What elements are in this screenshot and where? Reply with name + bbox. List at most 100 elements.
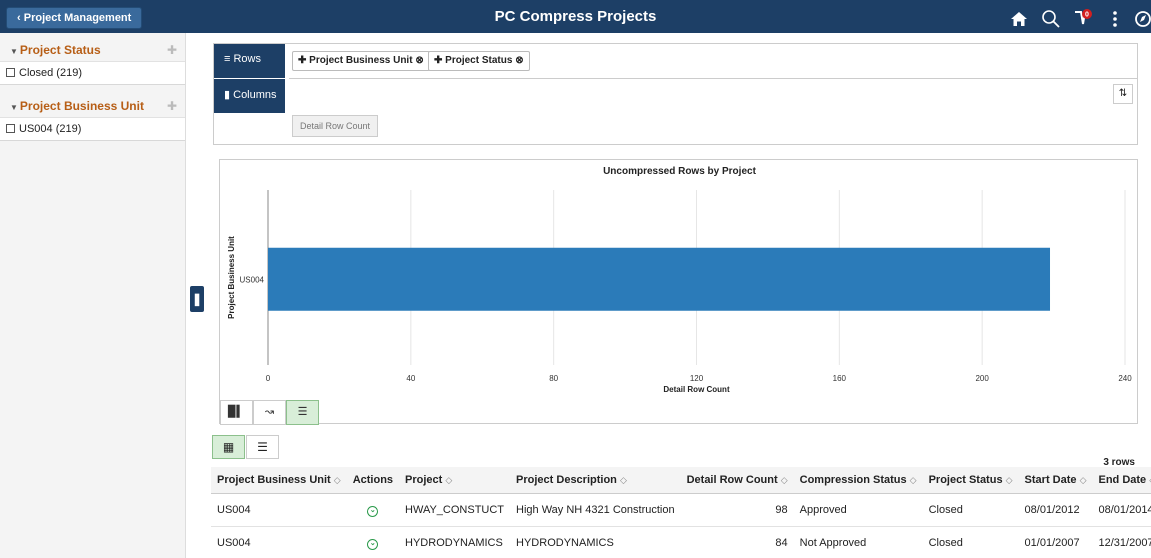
notifications-icon[interactable]: 0 bbox=[1072, 8, 1094, 30]
actions-menu-icon[interactable]: ⌄ bbox=[367, 505, 379, 517]
facet-header[interactable]: ▼ Project Status ✚ bbox=[0, 38, 185, 62]
sort-icon[interactable]: ◇ bbox=[620, 475, 627, 485]
cell-description: HYDRODYNAMICS bbox=[510, 526, 681, 558]
cell-description: High Way NH 4321 Construction bbox=[510, 493, 681, 527]
sort-icon[interactable]: ◇ bbox=[910, 475, 917, 485]
move-icon[interactable]: ✚ bbox=[434, 55, 442, 66]
x-tick-label: 80 bbox=[549, 374, 558, 383]
line-chart-icon[interactable]: ↝ bbox=[253, 400, 286, 425]
more-icon[interactable] bbox=[1104, 8, 1126, 30]
detail-row-count-button[interactable]: Detail Row Count bbox=[292, 115, 379, 137]
grid-view-icon[interactable]: ▦ bbox=[212, 435, 245, 459]
page-title: PC Compress Projects bbox=[494, 8, 657, 25]
facet-option[interactable]: US004 (219) bbox=[0, 118, 185, 140]
cell-business-unit: US004 bbox=[211, 526, 347, 558]
table-row[interactable]: US004 ⌄ HYDRODYNAMICS HYDRODYNAMICS 84 N… bbox=[211, 526, 1151, 558]
col-header[interactable]: Detail Row Count ◇ bbox=[680, 467, 794, 494]
facet-header[interactable]: ▼ Project Business Unit ✚ bbox=[0, 94, 185, 118]
col-header[interactable]: Compression Status ◇ bbox=[793, 467, 923, 494]
navbar-icon[interactable] bbox=[1132, 8, 1151, 30]
bar-chart-icon[interactable]: ▉▍ bbox=[220, 400, 253, 425]
page-header: ‹ Project Management PC Compress Project… bbox=[0, 0, 1151, 33]
cell-detail-row-count: 84 bbox=[680, 526, 794, 558]
cell-project: HWAY_CONSTUCT bbox=[399, 493, 511, 527]
facet-project-status: ▼ Project Status ✚ Closed (219) bbox=[0, 38, 185, 85]
sort-icon[interactable]: ◇ bbox=[1006, 475, 1013, 485]
col-header[interactable]: Start Date ◇ bbox=[1018, 467, 1093, 494]
horizontal-bar-chart-icon[interactable]: ☰ bbox=[286, 400, 319, 425]
facet-title: Project Business Unit bbox=[19, 99, 144, 113]
table-row[interactable]: US004 ⌄ HWAY_CONSTUCT High Way NH 4321 C… bbox=[211, 493, 1151, 527]
row-field-label: Project Business Unit bbox=[309, 55, 413, 66]
x-tick-label: 40 bbox=[406, 374, 415, 383]
cell-project-status: Closed bbox=[922, 493, 1019, 527]
facet-option-label: US004 (219) bbox=[19, 123, 82, 135]
row-field-chip[interactable]: ✚ Project Business Unit ⊗ bbox=[292, 51, 430, 71]
list-view-icon[interactable]: ☰ bbox=[246, 435, 279, 459]
facet-option[interactable]: Closed (219) bbox=[0, 62, 185, 84]
home-icon[interactable] bbox=[1008, 8, 1030, 30]
drag-handle-icon[interactable]: ✚ bbox=[167, 38, 177, 62]
caret-down-icon: ▼ bbox=[10, 47, 18, 56]
x-tick-label: 160 bbox=[833, 374, 847, 383]
sort-icon[interactable]: ◇ bbox=[445, 475, 452, 485]
cell-compression-status: Approved bbox=[793, 493, 923, 527]
notification-count: 0 bbox=[1085, 12, 1089, 19]
actions-cell: ⌄ bbox=[346, 526, 400, 558]
search-icon[interactable] bbox=[1040, 8, 1062, 30]
pivot-config: ≡ Rows ✚ Project Business Unit ⊗ ✚ Proje… bbox=[213, 43, 1138, 145]
cell-compression-status: Not Approved bbox=[793, 526, 923, 558]
col-header[interactable]: Project Business Unit ◇ bbox=[211, 467, 347, 494]
row-field-chip[interactable]: ✚ Project Status ⊗ bbox=[428, 51, 530, 71]
sort-icon[interactable]: ◇ bbox=[1080, 475, 1087, 485]
y-axis-label: Project Business Unit bbox=[227, 236, 236, 319]
cell-end-date: 08/01/2014 bbox=[1092, 493, 1151, 527]
move-icon[interactable]: ✚ bbox=[298, 55, 306, 66]
grid-header-row: Project Business Unit ◇ Actions Project … bbox=[211, 467, 1151, 494]
checkbox[interactable] bbox=[6, 68, 15, 77]
col-header[interactable]: End Date ◇ bbox=[1092, 467, 1151, 494]
caret-down-icon: ▼ bbox=[10, 103, 18, 112]
facet-option-label: Closed (219) bbox=[19, 67, 82, 79]
bar-chart: 0 40 80 120 160 200 240 Detail Row Count Project… bbox=[227, 190, 1132, 394]
x-tick-label: 240 bbox=[1118, 374, 1132, 383]
facet-project-business-unit: ▼ Project Business Unit ✚ US004 (219) bbox=[0, 94, 185, 141]
remove-icon[interactable]: ⊗ bbox=[515, 55, 523, 66]
checkbox[interactable] bbox=[6, 124, 15, 133]
row-field-label: Project Status bbox=[445, 55, 513, 66]
facet-title: Project Status bbox=[19, 43, 101, 57]
x-tick-label: 0 bbox=[266, 374, 271, 383]
col-header-label: Project Business Unit bbox=[217, 473, 331, 486]
actions-menu-icon[interactable]: ⌄ bbox=[367, 538, 379, 550]
chart-container: Uncompressed Rows by Project 0 40 80 120 160… bbox=[219, 159, 1138, 425]
y-tick-label: US004 bbox=[240, 275, 265, 284]
x-tick-label: 200 bbox=[975, 374, 989, 383]
cell-end-date: 12/31/2007 bbox=[1092, 526, 1151, 558]
actions-cell: ⌄ bbox=[346, 493, 400, 527]
rows-label-text: Rows bbox=[233, 53, 261, 65]
drag-handle-icon[interactable]: ✚ bbox=[167, 94, 177, 118]
col-header-label: Actions bbox=[352, 473, 394, 486]
bar bbox=[268, 247, 1051, 311]
cell-start-date: 08/01/2012 bbox=[1018, 493, 1093, 527]
col-header-label: End Date bbox=[1098, 473, 1147, 486]
columns-label: ▮ Columns bbox=[214, 79, 285, 113]
col-header-label: Detail Row Count bbox=[686, 473, 778, 486]
x-axis-label: Detail Row Count bbox=[663, 385, 730, 394]
col-header[interactable]: Project ◇ bbox=[399, 467, 511, 494]
columns-label-text: Columns bbox=[233, 89, 277, 101]
columns-icon: ▮ bbox=[224, 89, 231, 101]
rows-label: ≡ Rows bbox=[214, 44, 285, 78]
sort-icon[interactable]: ⇅ bbox=[1113, 84, 1133, 104]
cell-project: HYDRODYNAMICS bbox=[399, 526, 511, 558]
panel-collapse-button[interactable]: ❚ bbox=[190, 286, 204, 312]
col-header-label: Compression Status bbox=[799, 473, 907, 486]
sort-icon[interactable]: ◇ bbox=[334, 475, 341, 485]
cell-business-unit: US004 bbox=[211, 493, 347, 527]
remove-icon[interactable]: ⊗ bbox=[415, 55, 423, 66]
sort-icon[interactable]: ◇ bbox=[781, 475, 788, 485]
col-header-label: Project Description bbox=[516, 473, 617, 486]
col-header[interactable]: Project Description ◇ bbox=[510, 467, 681, 494]
rows-icon: ≡ bbox=[224, 53, 231, 65]
col-header[interactable]: Project Status ◇ bbox=[922, 467, 1019, 494]
